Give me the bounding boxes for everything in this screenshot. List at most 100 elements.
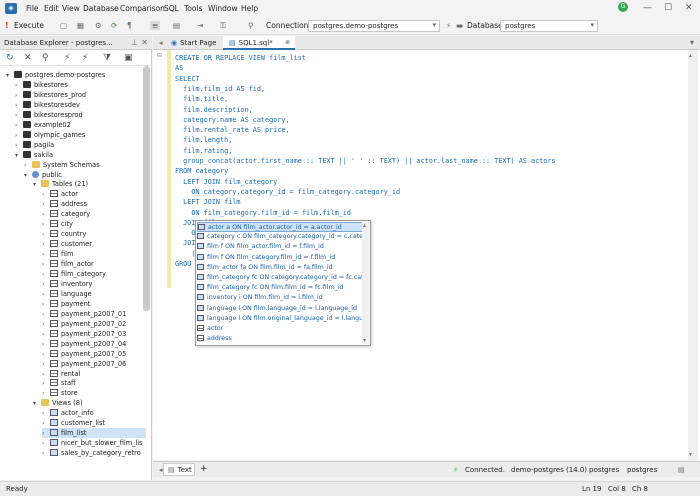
code-line[interactable]: AS [175, 63, 183, 73]
outline-icon[interactable]: ▤ [173, 21, 180, 30]
tree-item[interactable]: › olympic_games [15, 130, 146, 140]
tree-item[interactable]: ▾ public [24, 170, 146, 180]
tab-scroll-left-icon[interactable]: ◂ [159, 39, 163, 47]
code-line[interactable]: category.name AS category, [175, 115, 289, 125]
chevron-down-icon[interactable]: ▾ [33, 180, 41, 190]
tree-item[interactable]: › System Schemas [24, 160, 146, 170]
code-line[interactable]: film.film_id AS fid, [175, 84, 265, 94]
code-line[interactable]: film.rating, [175, 146, 232, 156]
tree-item[interactable]: › payment_p2007_06 [42, 359, 146, 369]
autocomplete-item[interactable]: inventory i ON film.film_id = i.film_id [197, 293, 363, 303]
tree-item[interactable]: › bikestores [15, 80, 146, 90]
tree-item[interactable]: ▾ sakila [15, 150, 146, 160]
plug-icon[interactable]: ⚡ [446, 21, 451, 30]
tree-item[interactable]: › bikestores_prod [15, 90, 146, 100]
code-line[interactable]: ON film_category.film_id = film.film_id [175, 208, 351, 218]
disconnect-icon[interactable]: ⚡ [82, 53, 88, 63]
tree-item[interactable]: › pagila [15, 140, 146, 150]
code-line[interactable]: LEFT JOIN film_category [175, 177, 277, 187]
code-line[interactable]: group_concat(actor.first_name :: TEXT ||… [175, 156, 555, 166]
fold-collapse-icon[interactable]: ⊟ [157, 52, 162, 59]
tree-item[interactable]: › bikestoresprod [15, 110, 146, 120]
connect-icon[interactable]: ⚲ [248, 21, 254, 30]
tree-item[interactable]: › rental [42, 369, 146, 379]
tree-item[interactable]: › film [42, 249, 146, 259]
scroll-down-icon[interactable]: ▾ [363, 337, 366, 344]
tree-item[interactable]: › city [42, 219, 146, 229]
tab-text[interactable]: ▤ Text [163, 463, 195, 476]
tree-item[interactable]: › payment [42, 299, 146, 309]
autocomplete-item[interactable]: language l ON film.language_id = l.langu… [197, 304, 363, 314]
tree-item[interactable]: › film_actor [42, 259, 146, 269]
format-icon[interactable]: ≡ [150, 21, 161, 30]
autocomplete-scrollbar[interactable]: ▴ ▾ [362, 222, 369, 344]
chevron-down-icon[interactable]: ▾ [6, 71, 14, 81]
editor-scrollbar[interactable]: ▴ ▾ [688, 50, 698, 460]
indent-icon[interactable]: ⇥ [197, 21, 203, 30]
tree-item[interactable]: › inventory [42, 279, 146, 289]
explorer-scrollbar[interactable] [143, 66, 150, 311]
tree-item[interactable]: › category [42, 209, 146, 219]
code-line[interactable]: LEFT JOIN film [175, 197, 240, 207]
filter-icon[interactable]: ⧩ [103, 53, 111, 63]
tree-item[interactable]: › staff [42, 378, 146, 388]
tree-item[interactable]: ▾ Views (8) [33, 398, 146, 408]
execute-button[interactable]: Execute [14, 21, 44, 30]
minimize-icon[interactable]: — [643, 3, 652, 13]
autocomplete-item[interactable]: film f ON film_actor.film_id = f.film_id [197, 242, 363, 252]
code-line[interactable]: FROM category [175, 166, 228, 176]
tree-item[interactable]: › example02 [15, 120, 146, 130]
tree-item[interactable]: › country [42, 229, 146, 239]
tab-sql1[interactable]: ▤ SQL1.sql* ⊗ [223, 36, 295, 50]
tree-item[interactable]: › actor [42, 189, 146, 199]
chevron-right-icon[interactable]: › [42, 449, 50, 459]
tree-item[interactable]: › payment_p2007_03 [42, 329, 146, 339]
connection-select[interactable]: postgres.demo-postgres ▾ [308, 20, 440, 32]
maximize-icon[interactable]: ☐ [664, 3, 672, 13]
connect-icon[interactable]: ⚡ [64, 53, 70, 63]
code-line[interactable]: film.length, [175, 135, 232, 145]
tree-item[interactable]: › payment_p2007_05 [42, 349, 146, 359]
transaction-icon[interactable]: ⚿ [220, 21, 226, 31]
chevron-down-icon[interactable]: ▾ [15, 151, 23, 161]
menu-comparison[interactable]: Comparison [120, 4, 165, 13]
format-icon[interactable]: ▤ [678, 466, 685, 474]
tree-item[interactable]: › film_category [42, 269, 146, 279]
autocomplete-item[interactable]: address [197, 334, 363, 344]
menu-database[interactable]: Database [83, 4, 119, 13]
code-line[interactable]: CREATE OR REPLACE VIEW film_list [175, 53, 306, 63]
pin-icon[interactable]: ⊥ [131, 38, 138, 47]
tree-item[interactable]: › actor_info [42, 408, 146, 418]
close-panel-icon[interactable]: ✕ [141, 38, 148, 47]
scroll-up-icon[interactable]: ▴ [689, 52, 692, 59]
autocomplete-item[interactable]: actor [197, 324, 363, 334]
refresh-icon[interactable]: ↻ [6, 53, 14, 63]
menu-window[interactable]: Window [208, 4, 238, 13]
scroll-left-icon[interactable]: ◂ [159, 466, 163, 474]
refresh-icon[interactable]: ⟳ [111, 21, 117, 30]
comment-icon[interactable]: ¶ [127, 21, 132, 30]
delete-icon[interactable]: ✕ [24, 53, 32, 63]
add-tab-button[interactable]: + [200, 464, 208, 474]
menu-sql[interactable]: SQL [164, 4, 179, 13]
tree-item[interactable]: › store [42, 388, 146, 398]
close-icon[interactable]: ✕ [685, 3, 693, 13]
chevron-down-icon[interactable]: ▾ [24, 171, 32, 181]
scroll-up-icon[interactable]: ▴ [363, 222, 366, 229]
tree-item[interactable]: ▾ postgres.demo-postgres [6, 70, 146, 80]
execute-icon[interactable]: ! [5, 21, 8, 30]
tab-menu-icon[interactable]: ▾ [690, 38, 694, 47]
code-line[interactable]: film.title, [175, 94, 228, 104]
menu-file[interactable]: File [26, 4, 39, 13]
code-line[interactable]: ( [175, 249, 195, 259]
tab-close-icon[interactable]: ⊗ [285, 36, 290, 50]
stop-icon[interactable]: ▢ [60, 21, 67, 30]
menu-edit[interactable]: Edit [44, 4, 59, 13]
database-select[interactable]: postgres ▾ [500, 20, 598, 32]
step-icon[interactable]: ▦ [77, 21, 84, 30]
menu-tools[interactable]: Tools [184, 4, 202, 13]
tree-item[interactable]: › payment_p2007_01 [42, 309, 146, 319]
tree-item[interactable]: › customer [42, 239, 146, 249]
code-line[interactable]: SELECT [175, 74, 200, 84]
tree-item[interactable]: › nicer_but_slower_film_lis [42, 438, 146, 448]
